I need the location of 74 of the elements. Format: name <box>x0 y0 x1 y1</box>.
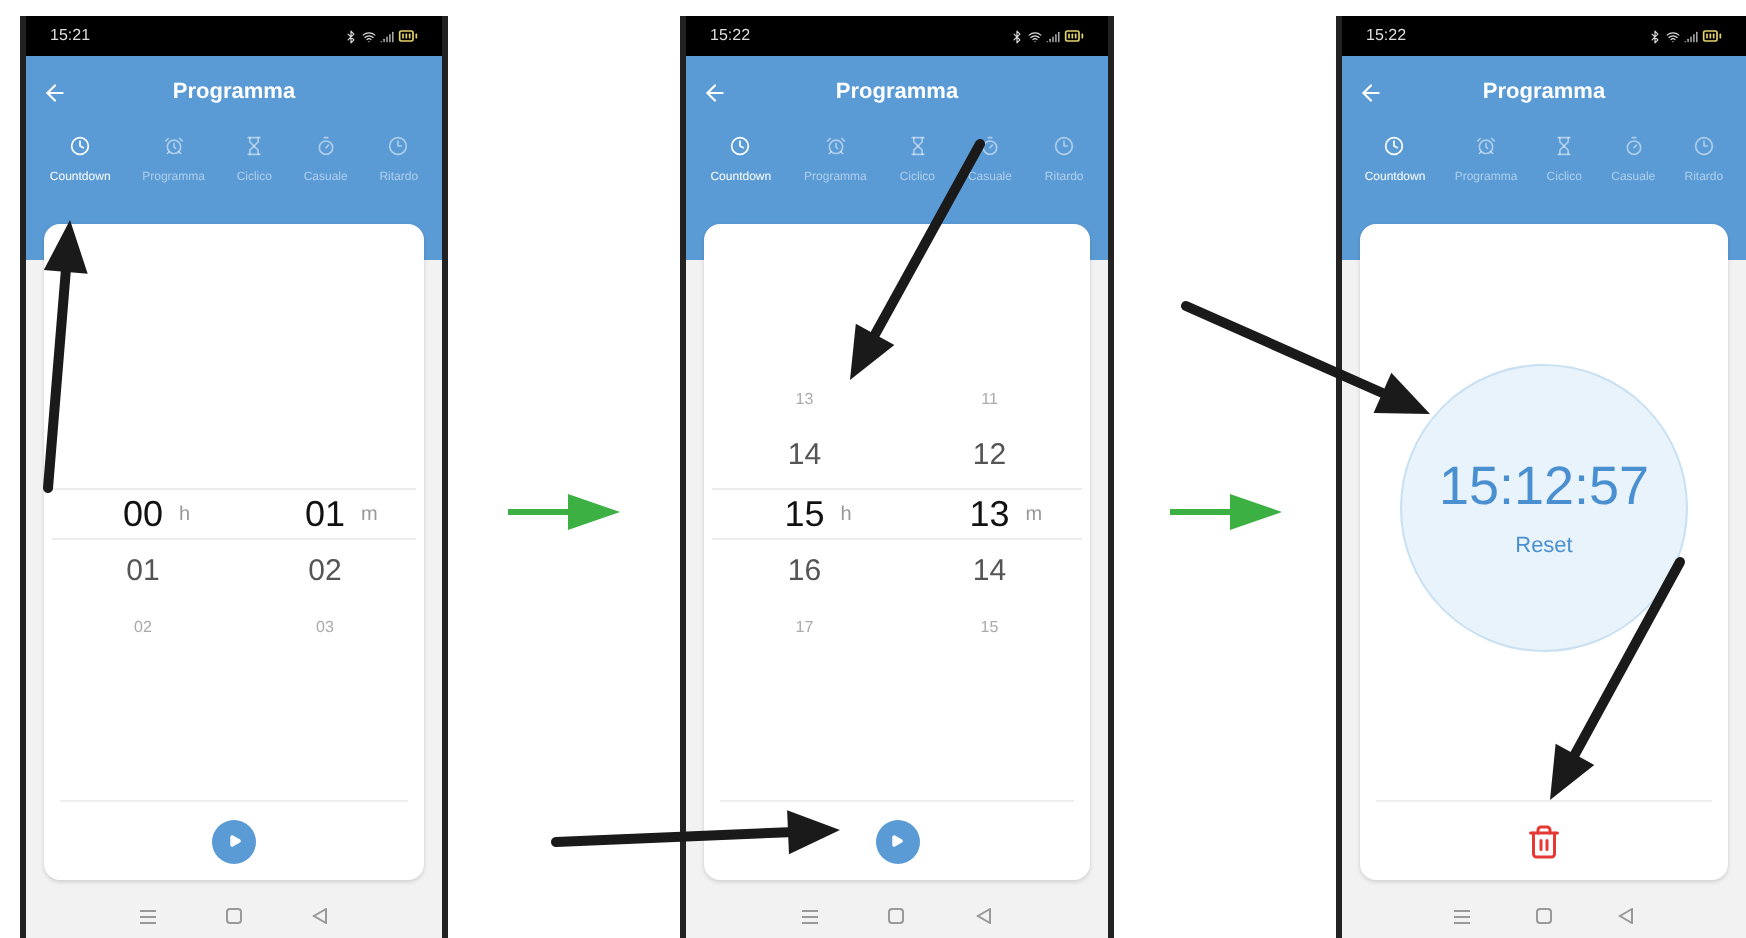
step-arrow-icon <box>508 494 620 530</box>
play-icon <box>227 834 241 848</box>
picker-selected-value[interactable]: 15 <box>784 487 825 541</box>
signal-icon <box>380 29 394 43</box>
timer-readout: 15:12:57 <box>1438 460 1650 515</box>
signal-icon <box>1684 29 1698 43</box>
play-button[interactable] <box>212 819 256 863</box>
home-icon[interactable] <box>888 908 905 924</box>
tab-icon <box>1554 136 1575 156</box>
back-icon[interactable] <box>702 79 728 105</box>
menu-icon[interactable] <box>1454 909 1471 923</box>
back-nav-icon[interactable] <box>976 908 993 924</box>
picker-value[interactable]: 01 <box>126 549 160 595</box>
picker-selected-value[interactable]: 01 <box>304 487 346 541</box>
tab-icon <box>70 136 91 156</box>
picker-value[interactable]: 12 <box>972 433 1007 479</box>
home-icon[interactable] <box>225 908 242 924</box>
wifi-icon <box>362 29 376 43</box>
tab-icon <box>244 136 265 156</box>
tab-icon <box>907 136 928 156</box>
trash-icon[interactable] <box>1526 823 1562 859</box>
screen-title: Programma <box>835 77 959 108</box>
unit-label: m <box>1025 501 1043 529</box>
battery-icon <box>398 26 418 46</box>
screen-title: Programma <box>1482 77 1606 108</box>
picker-value[interactable]: 16 <box>787 549 822 595</box>
picker-value[interactable]: 03 <box>316 616 334 640</box>
tab-icon <box>1693 136 1714 156</box>
menu-icon[interactable] <box>140 909 157 923</box>
back-nav-icon[interactable] <box>311 908 328 924</box>
tab-icon <box>315 136 336 156</box>
unit-label: m <box>361 501 378 529</box>
status-time: 15:22 <box>1366 24 1407 48</box>
picker-value[interactable]: 02 <box>134 616 152 640</box>
battery-icon <box>1702 26 1722 46</box>
tab-icon <box>1384 136 1405 156</box>
unit-label: h <box>179 501 191 529</box>
screen-title: Programma <box>172 77 296 108</box>
step-arrow-icon <box>1169 494 1281 530</box>
back-nav-icon[interactable] <box>1617 908 1634 924</box>
back-icon[interactable] <box>42 79 68 105</box>
picker-value[interactable]: 11 <box>981 388 998 412</box>
tab-icon <box>730 136 751 156</box>
picker-value[interactable]: 13 <box>795 388 814 412</box>
status-time: 15:21 <box>50 24 91 48</box>
tab-icon <box>825 136 846 156</box>
unit-label: h <box>840 501 852 529</box>
wifi-icon <box>1028 29 1042 43</box>
picker-value[interactable]: 14 <box>787 433 822 479</box>
bluetooth-icon <box>344 29 358 43</box>
picker-selected-value[interactable]: 00 <box>122 487 164 541</box>
picker-value[interactable]: 17 <box>795 616 814 640</box>
picker-value[interactable]: 02 <box>308 549 342 595</box>
tab-icon <box>163 136 184 156</box>
play-button[interactable] <box>875 819 919 863</box>
play-icon <box>890 834 904 848</box>
picker-selected-value[interactable]: 13 <box>969 487 1010 541</box>
home-icon[interactable] <box>1535 908 1552 924</box>
signal-icon <box>1046 29 1060 43</box>
tab-icon <box>1623 136 1644 156</box>
menu-icon[interactable] <box>801 909 818 923</box>
wifi-icon <box>1666 29 1680 43</box>
tab-icon <box>1475 136 1496 156</box>
tab-icon <box>388 136 409 156</box>
picker-value[interactable]: 14 <box>972 549 1007 595</box>
picker-value[interactable]: 15 <box>980 616 999 640</box>
tab-icon <box>1054 136 1075 156</box>
battery-icon <box>1064 26 1084 46</box>
reset-link[interactable]: Reset <box>1515 530 1573 564</box>
bluetooth-icon <box>1648 29 1662 43</box>
bluetooth-icon <box>1010 29 1024 43</box>
tab-icon <box>979 136 1000 156</box>
back-icon[interactable] <box>1358 79 1384 105</box>
status-time: 15:22 <box>710 24 751 48</box>
